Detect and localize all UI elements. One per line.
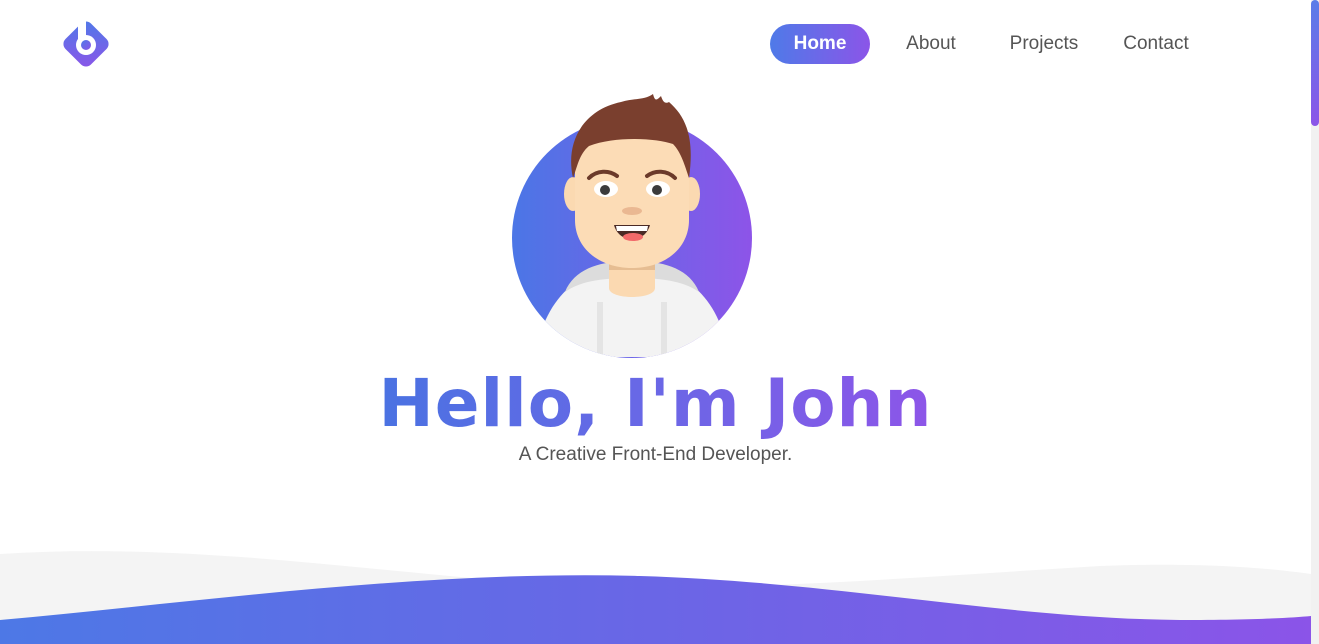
scrollbar[interactable] (1311, 0, 1319, 644)
hero-title-text: Hello, I'm John (378, 365, 933, 442)
nav-about[interactable]: About (894, 24, 968, 64)
logo-b-diamond-icon (63, 16, 109, 67)
nav-projects[interactable]: Projects (1000, 24, 1088, 64)
logo[interactable] (56, 14, 116, 74)
nav-home[interactable]: Home (770, 24, 870, 64)
decorative-waves (0, 551, 1311, 644)
hero-subtitle: A Creative Front-End Developer. (518, 444, 793, 465)
hero-title: Hello, I'm John (0, 362, 1311, 446)
scrollbar-thumb[interactable] (1311, 0, 1319, 126)
avatar (505, 92, 760, 362)
avatar-illustration-icon (512, 94, 752, 358)
nav-contact[interactable]: Contact (1114, 24, 1198, 64)
